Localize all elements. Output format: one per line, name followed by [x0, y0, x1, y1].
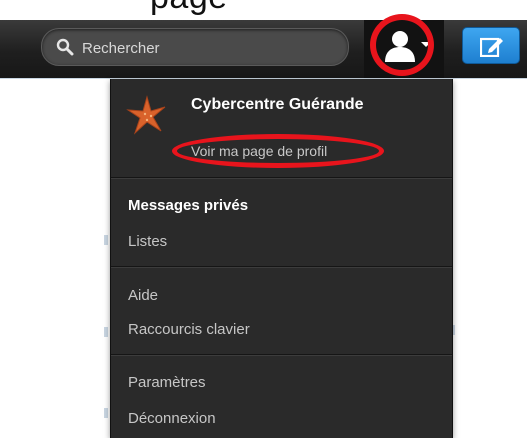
menu-item-keyboard-shortcuts[interactable]: Raccourcis clavier: [128, 321, 250, 338]
menu-divider: [111, 354, 452, 356]
menu-divider: [111, 266, 452, 268]
top-navbar: [0, 20, 527, 79]
search-box[interactable]: [41, 28, 349, 66]
menu-divider: [111, 177, 452, 179]
menu-item-logout[interactable]: Déconnexion: [128, 410, 216, 427]
cropped-page-heading: page: [150, 0, 228, 17]
search-icon: [56, 38, 74, 56]
background-divider: [104, 235, 108, 245]
user-dropdown-menu: Cybercentre Guérande Voir ma page de pro…: [110, 79, 453, 438]
menu-item-help[interactable]: Aide: [128, 287, 158, 304]
background-divider: [104, 408, 108, 418]
menu-item-private-messages[interactable]: Messages privés: [128, 197, 248, 214]
compose-icon: [480, 37, 503, 57]
top-strip: page: [0, 0, 527, 20]
starfish-avatar: [126, 95, 166, 135]
search-input[interactable]: [80, 35, 334, 61]
profile-name: Cybercentre Guérande: [191, 96, 364, 113]
menu-item-settings[interactable]: Paramètres: [128, 374, 206, 391]
menu-item-lists[interactable]: Listes: [128, 233, 167, 250]
highlight-circle-user-menu: [370, 14, 434, 76]
compose-tweet-button[interactable]: [462, 27, 520, 64]
background-divider: [104, 327, 108, 337]
highlight-oval-profile-link: [172, 134, 384, 168]
